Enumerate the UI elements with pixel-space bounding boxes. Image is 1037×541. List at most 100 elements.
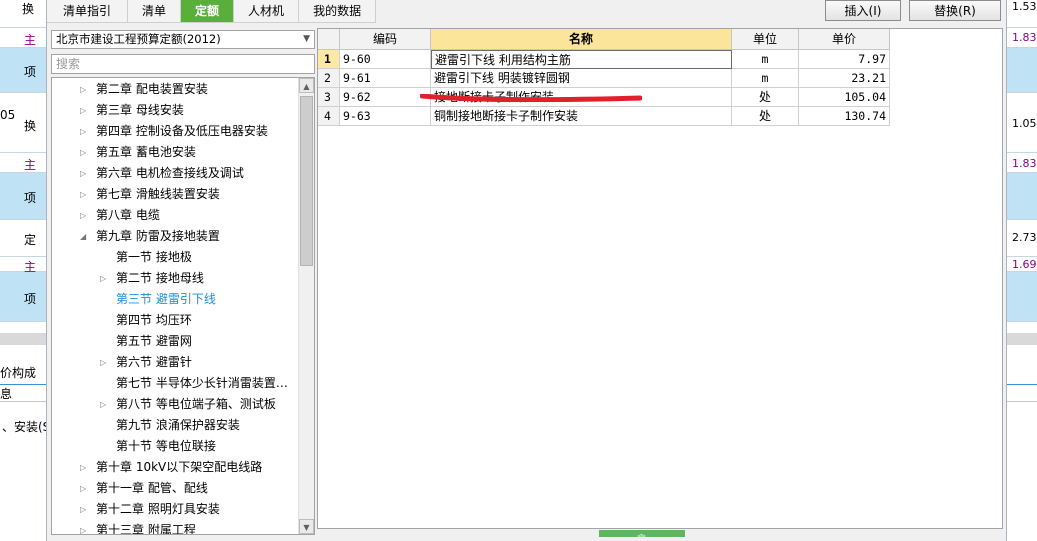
panel-splitter[interactable]: ︽ <box>599 530 685 540</box>
tab-list-guide[interactable]: 清单指引 <box>47 0 129 23</box>
collapsed-icon[interactable]: ▷ <box>100 268 106 289</box>
tab-bar: 清单指引 清单 定额 人材机 我的数据 <box>47 0 387 23</box>
replace-button[interactable]: 替换(R) <box>909 0 1001 21</box>
row-number[interactable]: 3 <box>318 88 340 107</box>
tab-quota[interactable]: 定额 <box>181 0 235 23</box>
collapsed-icon[interactable]: ▷ <box>80 79 86 100</box>
background-row-label: 项 <box>24 65 37 79</box>
scroll-down-icon[interactable]: ▼ <box>299 519 314 534</box>
scroll-thumb[interactable] <box>300 96 313 266</box>
collapsed-icon[interactable]: ▷ <box>100 352 106 373</box>
collapsed-icon[interactable]: ▷ <box>80 520 86 534</box>
tree-item[interactable]: 第六节 避雷针 <box>116 352 192 373</box>
quota-code-cell[interactable]: 9-62 <box>340 88 431 107</box>
background-row-label: 项 <box>24 292 37 306</box>
collapsed-icon[interactable]: ▷ <box>80 205 86 226</box>
unit-price-cell[interactable]: 23.21 <box>799 69 890 88</box>
tab-list[interactable]: 清单 <box>128 0 182 23</box>
unit-cell[interactable]: m <box>732 69 799 88</box>
bottom-label: 息 <box>0 387 13 401</box>
background-row-label: 定 <box>24 233 37 247</box>
tree-item[interactable]: 第二节 接地母线 <box>116 268 204 289</box>
tree-item[interactable]: 第四章 控制设备及低压电器安装 <box>96 121 268 142</box>
collapsed-icon[interactable]: ▷ <box>80 457 86 478</box>
background-row-label: 主 <box>24 158 37 172</box>
chevron-down-icon[interactable]: ▼ <box>303 31 310 48</box>
tree-item[interactable]: 第十节 等电位联接 <box>116 436 216 457</box>
tree-item[interactable]: 第九章 防雷及接地装置 <box>96 226 220 247</box>
tab-labor-material-machine[interactable]: 人材机 <box>234 0 300 23</box>
tree-item[interactable]: 第十章 10kV以下架空配电线路 <box>96 457 262 478</box>
quota-code-cell[interactable]: 9-60 <box>340 50 431 69</box>
background-row-label: 换 <box>22 2 35 16</box>
quota-table: 编码 名称 单位 单价 1 9-60 避雷引下线 利用结构主筋 m 7.97 2 9-61 避… <box>317 28 1003 529</box>
chevron-up-icon: ︽ <box>637 530 647 540</box>
row-number[interactable]: 4 <box>318 107 340 126</box>
unit-cell[interactable]: 处 <box>732 88 799 107</box>
collapsed-icon[interactable]: ▷ <box>80 121 86 142</box>
col-header-price[interactable]: 单价 <box>799 29 890 50</box>
quota-picker-dialog: 清单指引 清单 定额 人材机 我的数据 插入(I) 替换(R) 北京市建设工程预… <box>46 0 1007 541</box>
chapter-tree: ▲ ▼ 第二章 配电装置安装 ▷ 第三章 母线安装 ▷ 第四章 控制设备及低压电器安装 ▷… <box>51 77 315 535</box>
quota-name-cell[interactable]: 避雷引下线 明装镀锌圆钢 <box>431 69 732 88</box>
row-number[interactable]: 1 <box>318 50 340 69</box>
collapsed-icon[interactable]: ▷ <box>80 184 86 205</box>
quota-name-cell[interactable]: 铜制接地断接卡子制作安装 <box>431 107 732 126</box>
collapsed-icon[interactable]: ▷ <box>80 163 86 184</box>
tree-item[interactable]: 第二章 配电装置安装 <box>96 79 208 100</box>
background-row-label: 主 <box>24 260 37 274</box>
background-row-label: 项 <box>24 191 37 205</box>
tree-item[interactable]: 第六章 电机检查接线及调试 <box>96 163 244 184</box>
tree-item[interactable]: 第五章 蓄电池安装 <box>96 142 196 163</box>
quota-library-value: 北京市建设工程预算定额(2012) <box>56 32 221 46</box>
tree-item[interactable]: 第三节 避雷引下线 <box>116 289 216 310</box>
collapsed-icon[interactable]: ▷ <box>100 394 106 415</box>
background-row-label: 05 <box>0 108 16 122</box>
tree-item[interactable]: 第三章 母线安装 <box>96 100 184 121</box>
background-row-value: 1.53 <box>1012 0 1037 13</box>
tree-scrollbar[interactable]: ▲ ▼ <box>298 78 314 534</box>
tree-item[interactable]: 第八章 电缆 <box>96 205 160 226</box>
tab-my-data[interactable]: 我的数据 <box>299 0 377 23</box>
quota-code-cell[interactable]: 9-63 <box>340 107 431 126</box>
background-row-value: 2.73 <box>1012 231 1037 244</box>
background-row-label: 主 <box>24 33 37 47</box>
unit-price-cell[interactable]: 7.97 <box>799 50 890 69</box>
col-header-index <box>318 29 340 50</box>
background-row-label: 换 <box>24 119 37 133</box>
tree-item[interactable]: 第十一章 配管、配线 <box>96 478 208 499</box>
background-row-value: 1.836 <box>1012 157 1037 170</box>
collapsed-icon[interactable]: ▷ <box>80 100 86 121</box>
col-header-unit[interactable]: 单位 <box>732 29 799 50</box>
tree-item[interactable]: 第九节 浪涌保护器安装 <box>116 415 240 436</box>
search-input[interactable]: 搜索 <box>51 54 315 74</box>
unit-price-cell[interactable]: 130.74 <box>799 107 890 126</box>
collapsed-icon[interactable]: ▷ <box>80 499 86 520</box>
tree-item[interactable]: 第七章 滑触线装置安装 <box>96 184 220 205</box>
insert-button[interactable]: 插入(I) <box>825 0 901 21</box>
quota-code-cell[interactable]: 9-61 <box>340 69 431 88</box>
tree-item[interactable]: 第十三章 附属工程 <box>96 520 196 534</box>
unit-cell[interactable]: 处 <box>732 107 799 126</box>
quota-library-select[interactable]: 北京市建设工程预算定额(2012) ▼ <box>51 30 315 49</box>
tree-item[interactable]: 第四节 均压环 <box>116 310 192 331</box>
tree-item[interactable]: 第五节 避雷网 <box>116 331 192 352</box>
bottom-label[interactable]: 价构成 <box>0 364 36 381</box>
tree-item[interactable]: 第七节 半导体少长针消雷装置… <box>116 373 288 394</box>
background-row-value: 1.836 <box>1012 31 1037 44</box>
col-header-code[interactable]: 编码 <box>340 29 431 50</box>
tree-item[interactable]: 第十二章 照明灯具安装 <box>96 499 220 520</box>
row-number[interactable]: 2 <box>318 69 340 88</box>
tree-item[interactable]: 第八节 等电位端子箱、测试板 <box>116 394 276 415</box>
expanded-icon[interactable]: ◢ <box>80 226 86 247</box>
red-annotation-stroke <box>420 94 642 102</box>
collapsed-icon[interactable]: ▷ <box>80 478 86 499</box>
tree-item[interactable]: 第一节 接地极 <box>116 247 192 268</box>
quota-name-cell[interactable]: 避雷引下线 利用结构主筋 <box>431 50 732 69</box>
background-row-value: 1.69 <box>1012 258 1037 271</box>
unit-cell[interactable]: m <box>732 50 799 69</box>
col-header-name[interactable]: 名称 <box>431 29 732 50</box>
unit-price-cell[interactable]: 105.04 <box>799 88 890 107</box>
scroll-up-icon[interactable]: ▲ <box>299 78 314 93</box>
collapsed-icon[interactable]: ▷ <box>80 142 86 163</box>
